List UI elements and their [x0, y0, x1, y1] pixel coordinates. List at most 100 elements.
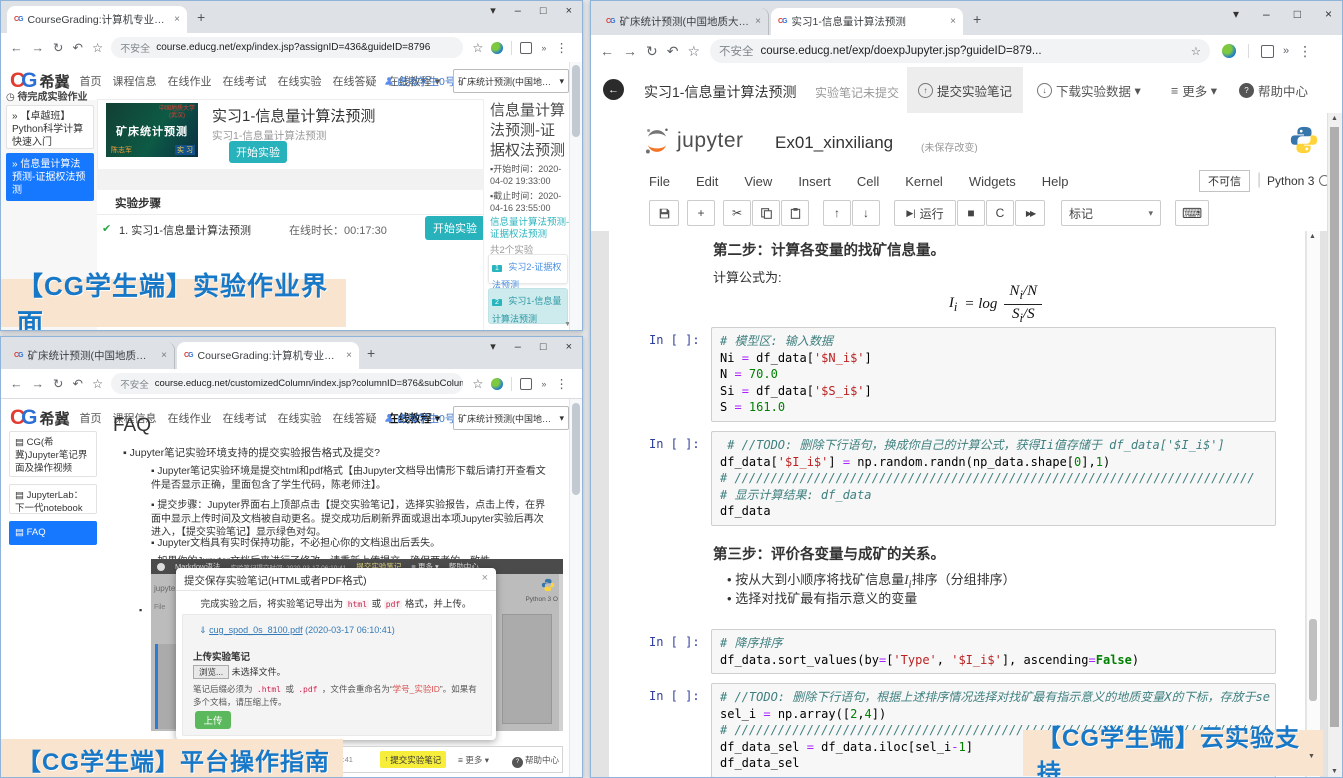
browser-tab-inactive[interactable]: CG 矿床统计预测(中国地质大学) (武 ×: [599, 8, 769, 35]
help-center-link[interactable]: ? 帮助中心: [1239, 81, 1308, 100]
back-circle-button[interactable]: ←: [603, 79, 624, 100]
extension-icon[interactable]: [520, 378, 532, 390]
reload-icon[interactable]: ↻: [53, 40, 63, 55]
page-scrollbar[interactable]: [569, 399, 582, 777]
nav-home[interactable]: 首页: [80, 73, 102, 89]
course-select[interactable]: 矿床统计预测(中国地质大学)（武汉） ▾: [453, 69, 569, 93]
tab-close-icon[interactable]: ×: [340, 350, 352, 361]
interrupt-kernel-button[interactable]: ■: [957, 200, 985, 226]
new-tab-button[interactable]: +: [973, 11, 981, 27]
start-experiment-button-2[interactable]: 开始实验: [425, 216, 485, 240]
bookmark-star-icon[interactable]: ☆: [687, 43, 700, 60]
download-data-menu[interactable]: ↓ 下载实验数据 ▾: [1037, 81, 1141, 100]
step-title[interactable]: 1. 实习1-信息量计算法预测: [119, 222, 251, 238]
modal-close-icon[interactable]: ×: [482, 572, 488, 584]
scrollbar-thumb[interactable]: [572, 403, 580, 495]
star-icon[interactable]: ☆: [472, 40, 483, 55]
idm-globe-icon[interactable]: [491, 42, 503, 54]
scrollbar-thumb[interactable]: [1309, 619, 1317, 701]
collapse-icon[interactable]: »: [1283, 45, 1289, 57]
tab-close-icon[interactable]: ×: [944, 16, 956, 27]
nav-course-info[interactable]: 课程信息: [113, 73, 157, 89]
run-cell-button[interactable]: ▶| 运行: [894, 200, 956, 226]
browser-scrollbar[interactable]: ▲ ▼: [1327, 113, 1342, 777]
forward-icon[interactable]: →: [32, 41, 45, 55]
menu-help[interactable]: Help: [1042, 174, 1069, 189]
restart-run-all-button[interactable]: ▶▶: [1015, 200, 1045, 226]
sidebar-item-jupyterlab[interactable]: ▤ JupyterLab：下一代notebook: [9, 484, 97, 514]
minimize-button[interactable]: –: [515, 341, 521, 353]
new-tab-button[interactable]: +: [367, 345, 375, 361]
minimize-button[interactable]: –: [1263, 7, 1270, 21]
nav-homework[interactable]: 在线作业: [168, 73, 212, 89]
extension-icon[interactable]: [520, 42, 532, 54]
reload-icon[interactable]: ↻: [53, 376, 63, 391]
reload-icon[interactable]: ↻: [646, 43, 658, 60]
collapse-icon[interactable]: »: [541, 43, 546, 53]
experiment-card-2[interactable]: 1 实习2-证据权法预测: [488, 254, 568, 284]
cg-logo[interactable]: C G 希冀: [10, 406, 70, 430]
notebook-name[interactable]: Ex01_xinxiliang: [775, 133, 893, 153]
jupyter-wordmark[interactable]: jupyter: [677, 129, 744, 153]
browser-tab-active[interactable]: CG 实习1-信息量计算法预测 ×: [771, 8, 963, 35]
maximize-button[interactable]: □: [540, 5, 547, 17]
maximize-button[interactable]: □: [540, 341, 547, 353]
menu-insert[interactable]: Insert: [798, 174, 831, 189]
scroll-down-icon[interactable]: ▼: [1308, 753, 1315, 760]
address-field[interactable]: 不安全course.educg.net/exp/index.jsp?assign…: [111, 37, 463, 58]
menu-view[interactable]: View: [744, 174, 772, 189]
panel-link[interactable]: 信息量计算法预测-证据权法预测: [490, 217, 570, 240]
user-menu[interactable]: 虚拟学生0号▾: [384, 74, 464, 89]
forward-icon[interactable]: →: [32, 377, 45, 391]
address-field[interactable]: 不安全course.educg.net/exp/doexpJupyter.jsp…: [710, 39, 1210, 63]
bookmark-star-icon[interactable]: ☆: [92, 40, 103, 55]
address-field[interactable]: 不安全course.educg.net/customizedColumn/ind…: [111, 373, 463, 394]
browser-tab-inactive[interactable]: CG 矿床统计预测(中国地质大学) (武 ×: [7, 342, 175, 369]
notebook-scrollbar[interactable]: ▲: [1306, 231, 1320, 777]
star-icon[interactable]: ☆: [472, 376, 483, 391]
user-menu[interactable]: 虚拟学生0号▾: [384, 411, 464, 426]
tab-close-icon[interactable]: ×: [155, 350, 167, 361]
menu-file[interactable]: File: [649, 174, 670, 189]
code-cell-1[interactable]: # 模型区: 输入数据Ni = df_data['$N_i$']N = 70.0…: [711, 327, 1276, 422]
tab-search-icon[interactable]: ▾: [490, 4, 496, 17]
experiment-card-1-active[interactable]: 2 实习1-信息量计算法预测: [488, 288, 568, 324]
history-icon[interactable]: ↶: [72, 40, 82, 55]
back-icon[interactable]: ←: [600, 43, 614, 59]
tab-search-icon[interactable]: ▾: [490, 340, 496, 353]
menu-edit[interactable]: Edit: [696, 174, 718, 189]
course-select[interactable]: 矿床统计预测(中国地质大学)（武汉） ▾: [453, 406, 569, 430]
code-cell-3[interactable]: # 降序排序df_data.sort_values(by=['Type', '$…: [711, 629, 1276, 674]
browse-button[interactable]: 浏览...: [193, 665, 229, 679]
sidebar-item-video[interactable]: ▤ CG(希冀)Jupyter笔记界面及操作视频: [9, 431, 97, 477]
nav-qa[interactable]: 在线答疑: [333, 73, 377, 89]
markdown-step3-title[interactable]: 第三步：评价各变量与成矿的关系。: [713, 543, 945, 564]
cut-cell-button[interactable]: ✂: [723, 200, 751, 226]
nav-qa[interactable]: 在线答疑: [333, 410, 377, 426]
close-button[interactable]: ×: [566, 341, 572, 353]
upload-button[interactable]: 上传: [195, 711, 231, 729]
paste-cell-button[interactable]: [781, 200, 809, 226]
extension-icon[interactable]: [1261, 45, 1274, 58]
command-palette-button[interactable]: ⌨: [1175, 200, 1209, 226]
browser-tab-active[interactable]: CG CourseGrading:计算机专业课程 ×: [177, 342, 359, 369]
scroll-up-icon[interactable]: ▲: [1309, 233, 1316, 240]
cell-type-select[interactable]: 标记 ▾: [1061, 200, 1161, 226]
scroll-up-icon[interactable]: ▲: [1331, 115, 1338, 122]
sidebar-item-python-course[interactable]: » 【卓越班】Python科学计算快速入门: [6, 105, 94, 149]
scrollbar-thumb[interactable]: [572, 65, 580, 137]
tab-close-icon[interactable]: ×: [749, 16, 761, 27]
menu-kernel[interactable]: Kernel: [905, 174, 943, 189]
chrome-menu-icon[interactable]: ⋮: [555, 40, 568, 55]
add-cell-button[interactable]: +: [687, 200, 715, 226]
browser-tab-active[interactable]: CG CourseGrading:计算机专业课程 ×: [7, 6, 187, 33]
menu-widgets[interactable]: Widgets: [969, 174, 1016, 189]
submit-notebook-tab[interactable]: ↑ 提交实验笔记: [907, 67, 1023, 113]
back-icon[interactable]: ←: [10, 377, 23, 391]
jupyter-logo-icon[interactable]: [643, 127, 671, 155]
idm-globe-icon[interactable]: [1222, 44, 1236, 58]
save-button[interactable]: [649, 200, 679, 226]
bookmark-star-icon[interactable]: ☆: [92, 376, 103, 391]
scroll-down-icon[interactable]: ▼: [1331, 768, 1338, 775]
nav-exam[interactable]: 在线考试: [223, 410, 267, 426]
